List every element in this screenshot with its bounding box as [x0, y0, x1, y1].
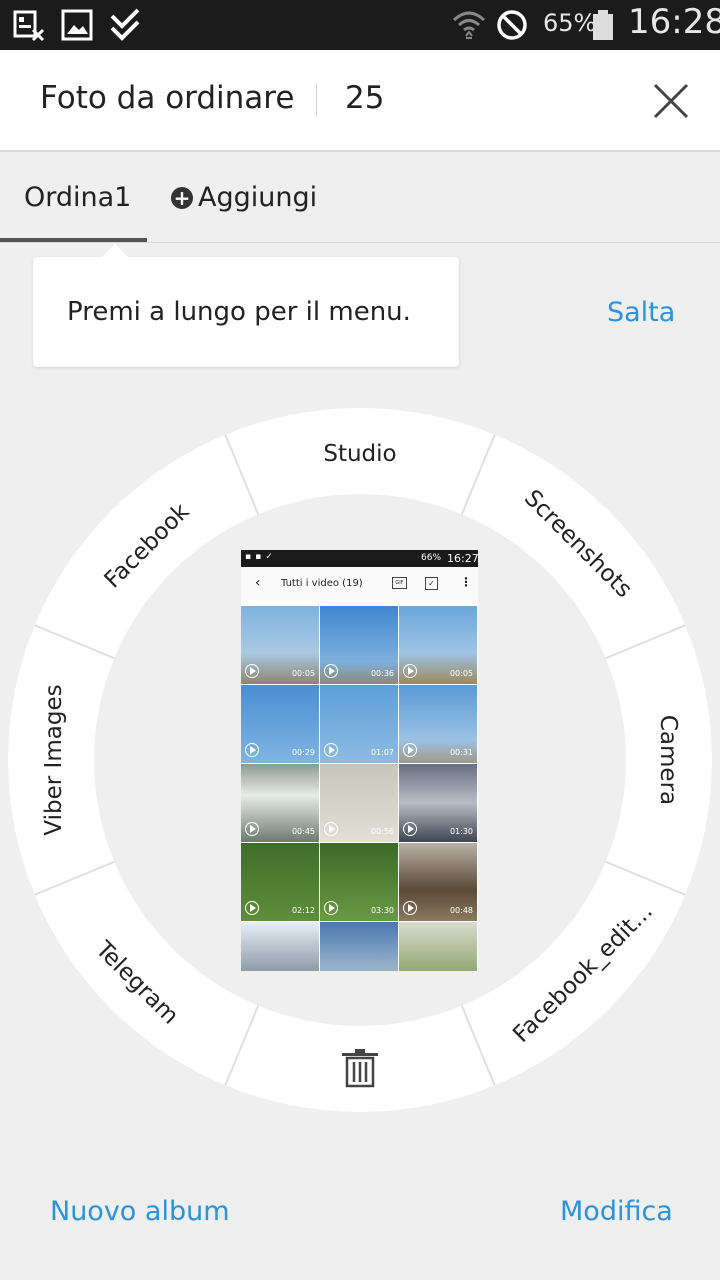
play-icon [245, 664, 259, 678]
preview-time: 16:27 [447, 552, 478, 565]
video-thumbnail: 00:45 [241, 764, 319, 842]
video-thumbnail: 00:05 [399, 606, 477, 684]
play-icon [403, 743, 417, 757]
video-thumbnail: 00:56 [320, 764, 398, 842]
video-duration: 02:12 [291, 906, 315, 915]
video-thumbnail [320, 922, 398, 971]
video-thumbnail: 01:07 [320, 685, 398, 763]
preview-title: Tutti i video (19) [281, 578, 363, 589]
check-icon: ✓ [425, 577, 438, 590]
play-icon [324, 664, 338, 678]
video-duration: 00:48 [449, 906, 473, 915]
play-icon [403, 822, 417, 836]
video-thumbnail: 00:48 [399, 843, 477, 921]
play-icon [245, 743, 259, 757]
play-icon [245, 901, 259, 915]
video-thumbnail: 00:29 [241, 685, 319, 763]
video-duration: 01:07 [370, 748, 394, 757]
video-duration: 00:05 [449, 669, 473, 678]
video-duration: 00:31 [449, 748, 473, 757]
play-icon [403, 901, 417, 915]
video-thumbnail: 03:30 [320, 843, 398, 921]
back-icon: ‹ [255, 575, 261, 591]
video-duration: 00:29 [291, 748, 315, 757]
video-thumbnail: 01:30 [399, 764, 477, 842]
video-duration: 00:56 [370, 827, 394, 836]
edit-button[interactable]: Modifica [560, 1196, 673, 1227]
preview-battery: 66% [421, 553, 442, 563]
video-thumbnail [241, 922, 319, 971]
preview-thumbnail[interactable]: ▪▪✓ 66% 16:27 ‹ Tutti i video (19) GIF ✓… [241, 550, 478, 971]
new-album-button[interactable]: Nuovo album [50, 1196, 230, 1227]
play-icon [324, 743, 338, 757]
preview-toolbar: ‹ Tutti i video (19) GIF ✓ ⋮ [241, 567, 478, 600]
play-icon [324, 901, 338, 915]
video-thumbnail: 00:31 [399, 685, 477, 763]
video-thumbnail [399, 922, 477, 971]
more-icon: ⋮ [460, 575, 472, 589]
play-icon [245, 822, 259, 836]
segment-camera[interactable]: Camera [655, 715, 681, 805]
video-thumbnail: 02:12 [241, 843, 319, 921]
preview-status-bar: ▪▪✓ 66% 16:27 [241, 550, 478, 567]
video-duration: 01:30 [449, 827, 473, 836]
gif-icon: GIF [392, 577, 407, 589]
video-duration: 03:30 [370, 906, 394, 915]
video-duration: 00:05 [291, 669, 315, 678]
trash-icon[interactable] [342, 1049, 378, 1088]
video-thumbnail: 00:05 [241, 606, 319, 684]
segment-studio[interactable]: Studio [323, 441, 396, 467]
play-icon [403, 664, 417, 678]
preview-grid: 00:05 00:36 00:05 00:29 01:07 00:31 00:45 00:56… [241, 606, 478, 971]
video-thumbnail: 00:36 [320, 606, 398, 684]
video-duration: 00:45 [291, 827, 315, 836]
segment-viber-images[interactable]: Viber Images [41, 684, 67, 835]
play-icon [324, 822, 338, 836]
video-duration: 00:36 [370, 669, 394, 678]
preview-status-icons: ▪▪✓ [245, 552, 277, 562]
